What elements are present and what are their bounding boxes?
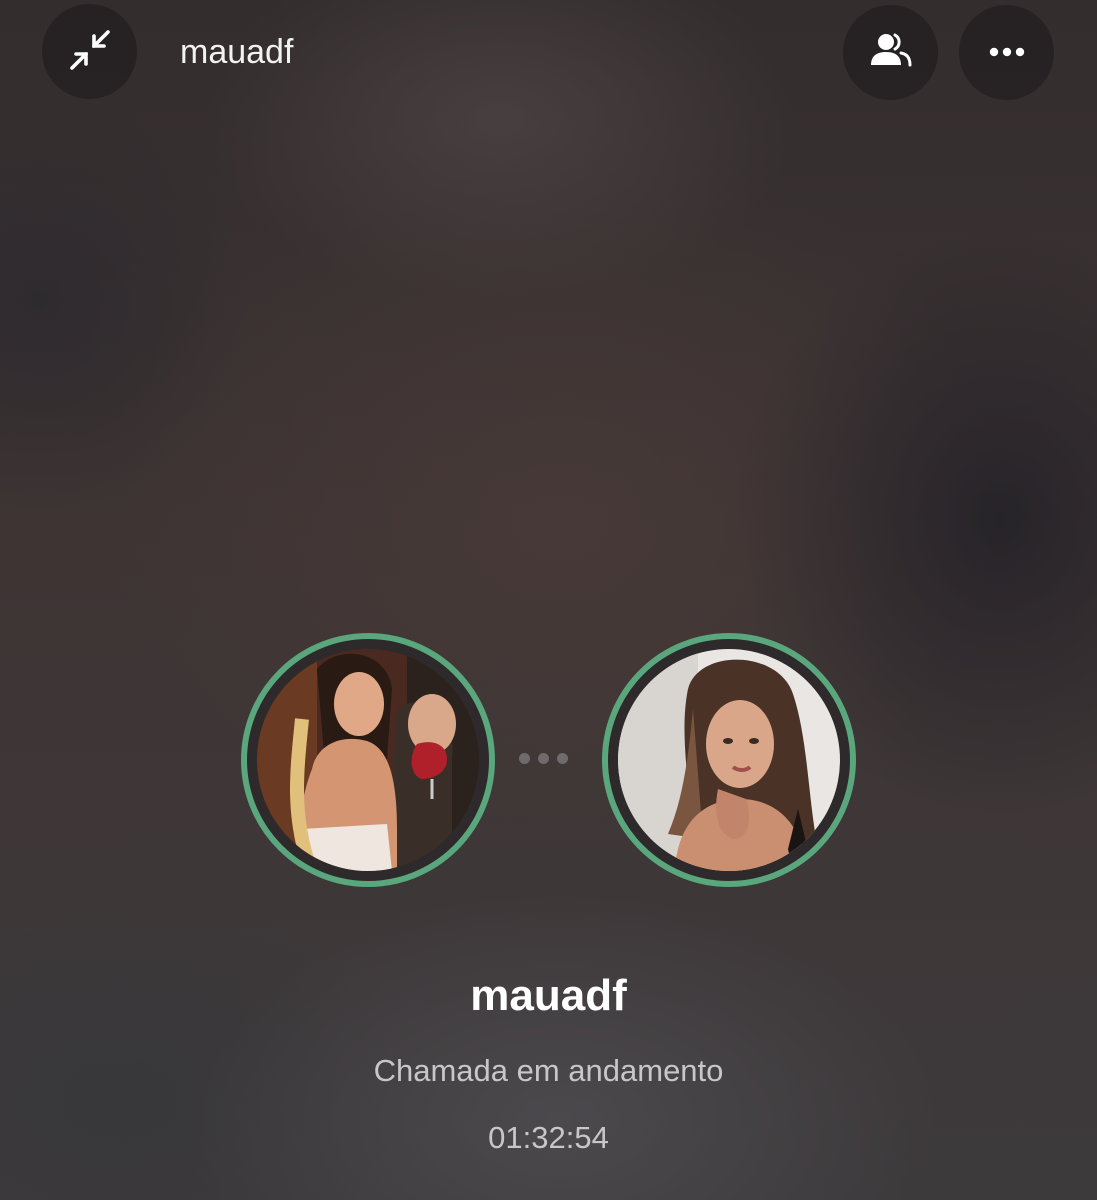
minimize-arrows-icon	[67, 27, 113, 77]
page-title: mauadf	[180, 33, 294, 71]
participants-button[interactable]	[843, 5, 938, 100]
call-status: Chamada em andamento	[373, 1053, 724, 1088]
minimize-call-button[interactable]	[42, 4, 137, 99]
dot	[538, 753, 549, 764]
participants-icon	[868, 31, 914, 75]
connecting-dots	[519, 753, 568, 764]
participant-avatar-self[interactable]	[241, 633, 495, 887]
participant-avatar-contact[interactable]	[602, 633, 856, 887]
user-avatar-photo	[257, 649, 479, 871]
caller-name: mauadf	[470, 971, 627, 1020]
more-dots-icon	[987, 43, 1027, 62]
more-options-button[interactable]	[959, 5, 1054, 100]
dot	[557, 753, 568, 764]
contact-avatar-photo	[618, 649, 840, 871]
call-duration: 01:32:54	[488, 1120, 609, 1155]
dot	[519, 753, 530, 764]
